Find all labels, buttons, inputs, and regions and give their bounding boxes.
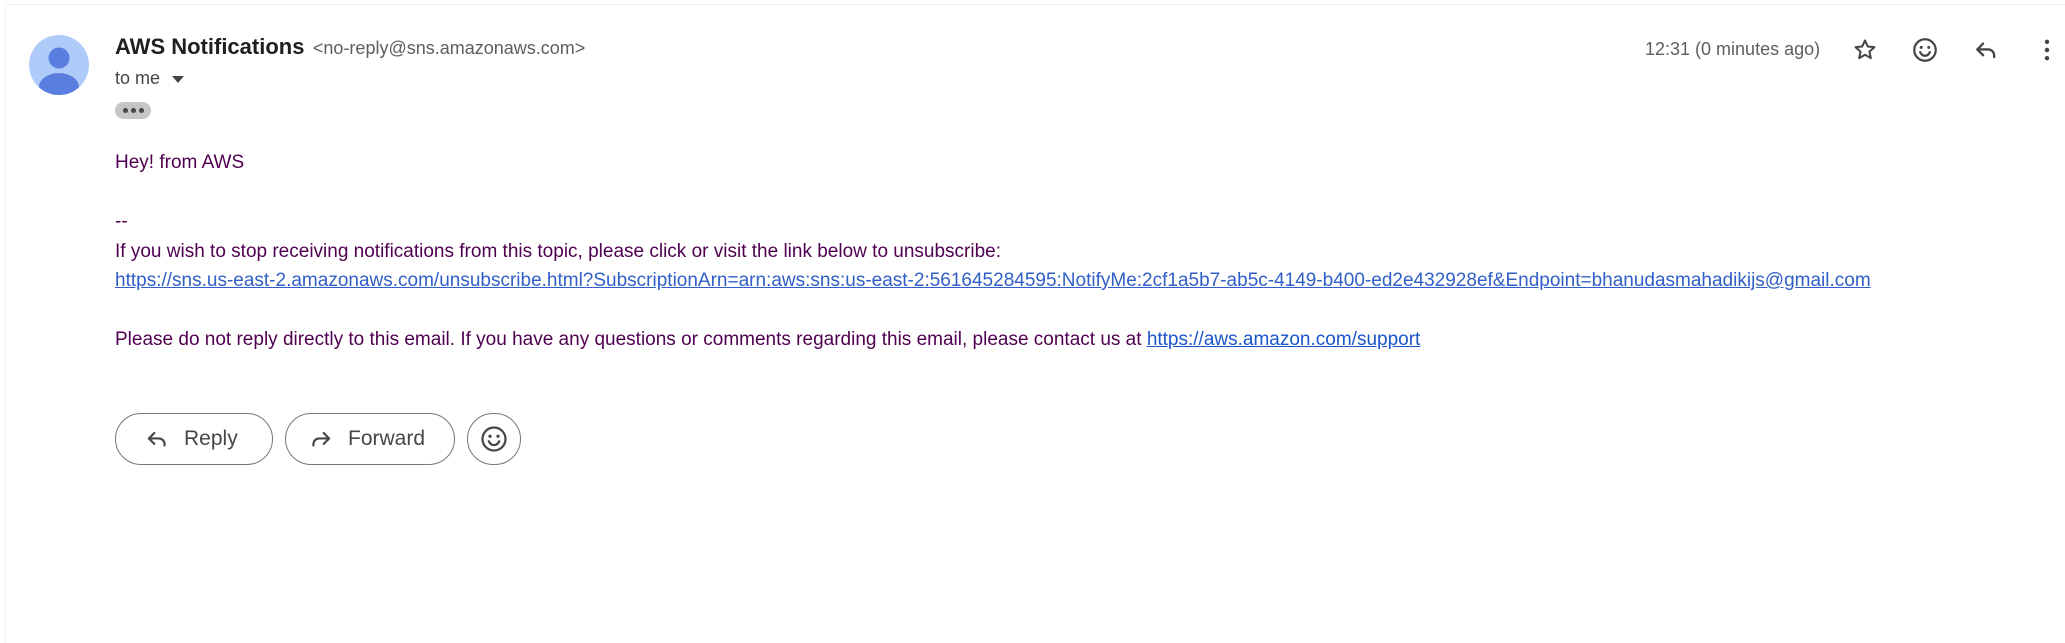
chevron-down-icon xyxy=(172,76,185,83)
sender-name[interactable]: AWS Notifications xyxy=(115,34,304,59)
message-body: Hey! from AWS -- If you wish to stop rec… xyxy=(115,148,2025,355)
dot xyxy=(122,108,128,113)
forward-label: Forward xyxy=(348,427,426,450)
emoji-reaction-button[interactable] xyxy=(467,413,521,465)
emoji-icon xyxy=(1913,38,1937,62)
more-options-button[interactable] xyxy=(2030,33,2064,67)
support-text: Please do not reply directly to this ema… xyxy=(115,329,1142,350)
recipient-details-toggle[interactable]: to me xyxy=(115,68,185,89)
unsubscribe-line: https://sns.us-east-2.amazonaws.com/unsu… xyxy=(115,266,2025,296)
sender-email: <no-reply@sns.amazonaws.com> xyxy=(312,38,586,58)
reply-button[interactable]: Reply xyxy=(115,413,273,465)
dot xyxy=(138,108,144,113)
person-icon xyxy=(39,47,79,95)
reply-icon xyxy=(1976,42,1996,59)
forward-icon xyxy=(308,426,334,452)
left-divider xyxy=(5,4,6,643)
top-divider xyxy=(6,4,2065,5)
star-icon xyxy=(1854,39,1876,60)
star-button[interactable] xyxy=(1848,33,1882,67)
more-vert-icon xyxy=(2044,39,2050,61)
message-timestamp: 12:31 (0 minutes ago) xyxy=(1645,39,1821,59)
forward-button[interactable]: Forward xyxy=(285,413,455,465)
reply-header-button[interactable] xyxy=(1969,33,2003,67)
reply-icon xyxy=(144,426,170,452)
emoji-icon xyxy=(481,426,507,452)
dot xyxy=(130,108,136,113)
sender-avatar[interactable] xyxy=(29,35,89,95)
support-link[interactable]: https://aws.amazon.com/support xyxy=(1147,329,1421,350)
greeting-text: Hey! from AWS xyxy=(115,152,245,173)
signature-separator: -- xyxy=(115,211,128,232)
show-trimmed-content-button[interactable] xyxy=(115,102,151,119)
unsubscribe-text: If you wish to stop receiving notificati… xyxy=(115,240,1002,262)
recipient-label: to me xyxy=(115,68,161,88)
email-view: AWS Notifications <no-reply@sns.amazonaw… xyxy=(0,0,2065,643)
add-reaction-button[interactable] xyxy=(1908,33,1942,67)
sender-line: AWS Notifications <no-reply@sns.amazonaw… xyxy=(115,34,585,60)
support-line: Please do not reply directly to this ema… xyxy=(115,325,2025,355)
unsubscribe-link[interactable]: https://sns.us-east-2.amazonaws.com/unsu… xyxy=(115,270,1871,291)
reply-label: Reply xyxy=(184,427,238,450)
